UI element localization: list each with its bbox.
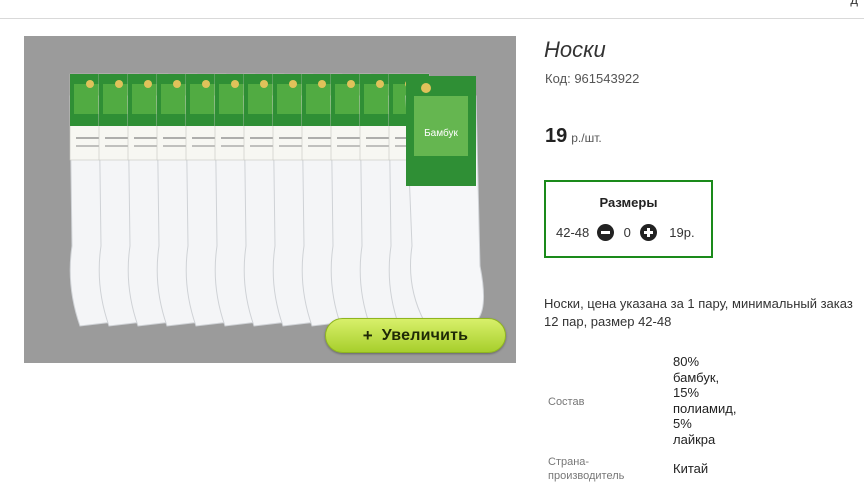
price-unit: р./шт. — [571, 131, 602, 145]
price: 19 р./шт. — [545, 125, 602, 148]
sock-label-text: Бамбук — [424, 127, 458, 139]
size-label: 42-48 — [556, 225, 590, 240]
price-value: 19 — [545, 125, 568, 147]
size-price: 19р. — [669, 225, 695, 240]
decrease-quantity-button[interactable] — [597, 224, 615, 241]
size-selector-title: Размеры — [599, 195, 658, 210]
header-divider — [0, 18, 864, 19]
header-corner-text[interactable]: д — [850, 0, 858, 7]
product-code: Код: 961543922 — [545, 71, 640, 86]
zoom-button-label: Увеличить — [381, 326, 469, 344]
spec-label-composition: Состав — [548, 396, 585, 408]
size-selector: Размеры 42-48 0 19р. — [544, 180, 713, 258]
spec-value-composition: 80% бамбук, 15% полиамид, 5% лайкра — [673, 354, 737, 447]
plus-icon: + — [362, 326, 373, 345]
product-description: Носки, цена указана за 1 пару, минимальн… — [544, 296, 853, 329]
spec-value-country: Китай — [673, 461, 709, 476]
quantity-value[interactable]: 0 — [614, 225, 640, 240]
socks-photo: Бамбук — [69, 73, 484, 327]
product-image[interactable]: Бамбук + Увеличить — [24, 36, 516, 363]
zoom-button[interactable]: + Увеличить — [325, 318, 506, 353]
size-row: 42-48 0 19р. — [556, 224, 695, 241]
spec-label-country: Страна- производитель — [548, 456, 625, 482]
product-title: Носки — [544, 37, 606, 62]
increase-quantity-button[interactable] — [640, 224, 658, 241]
front-sock-pack — [405, 76, 484, 322]
